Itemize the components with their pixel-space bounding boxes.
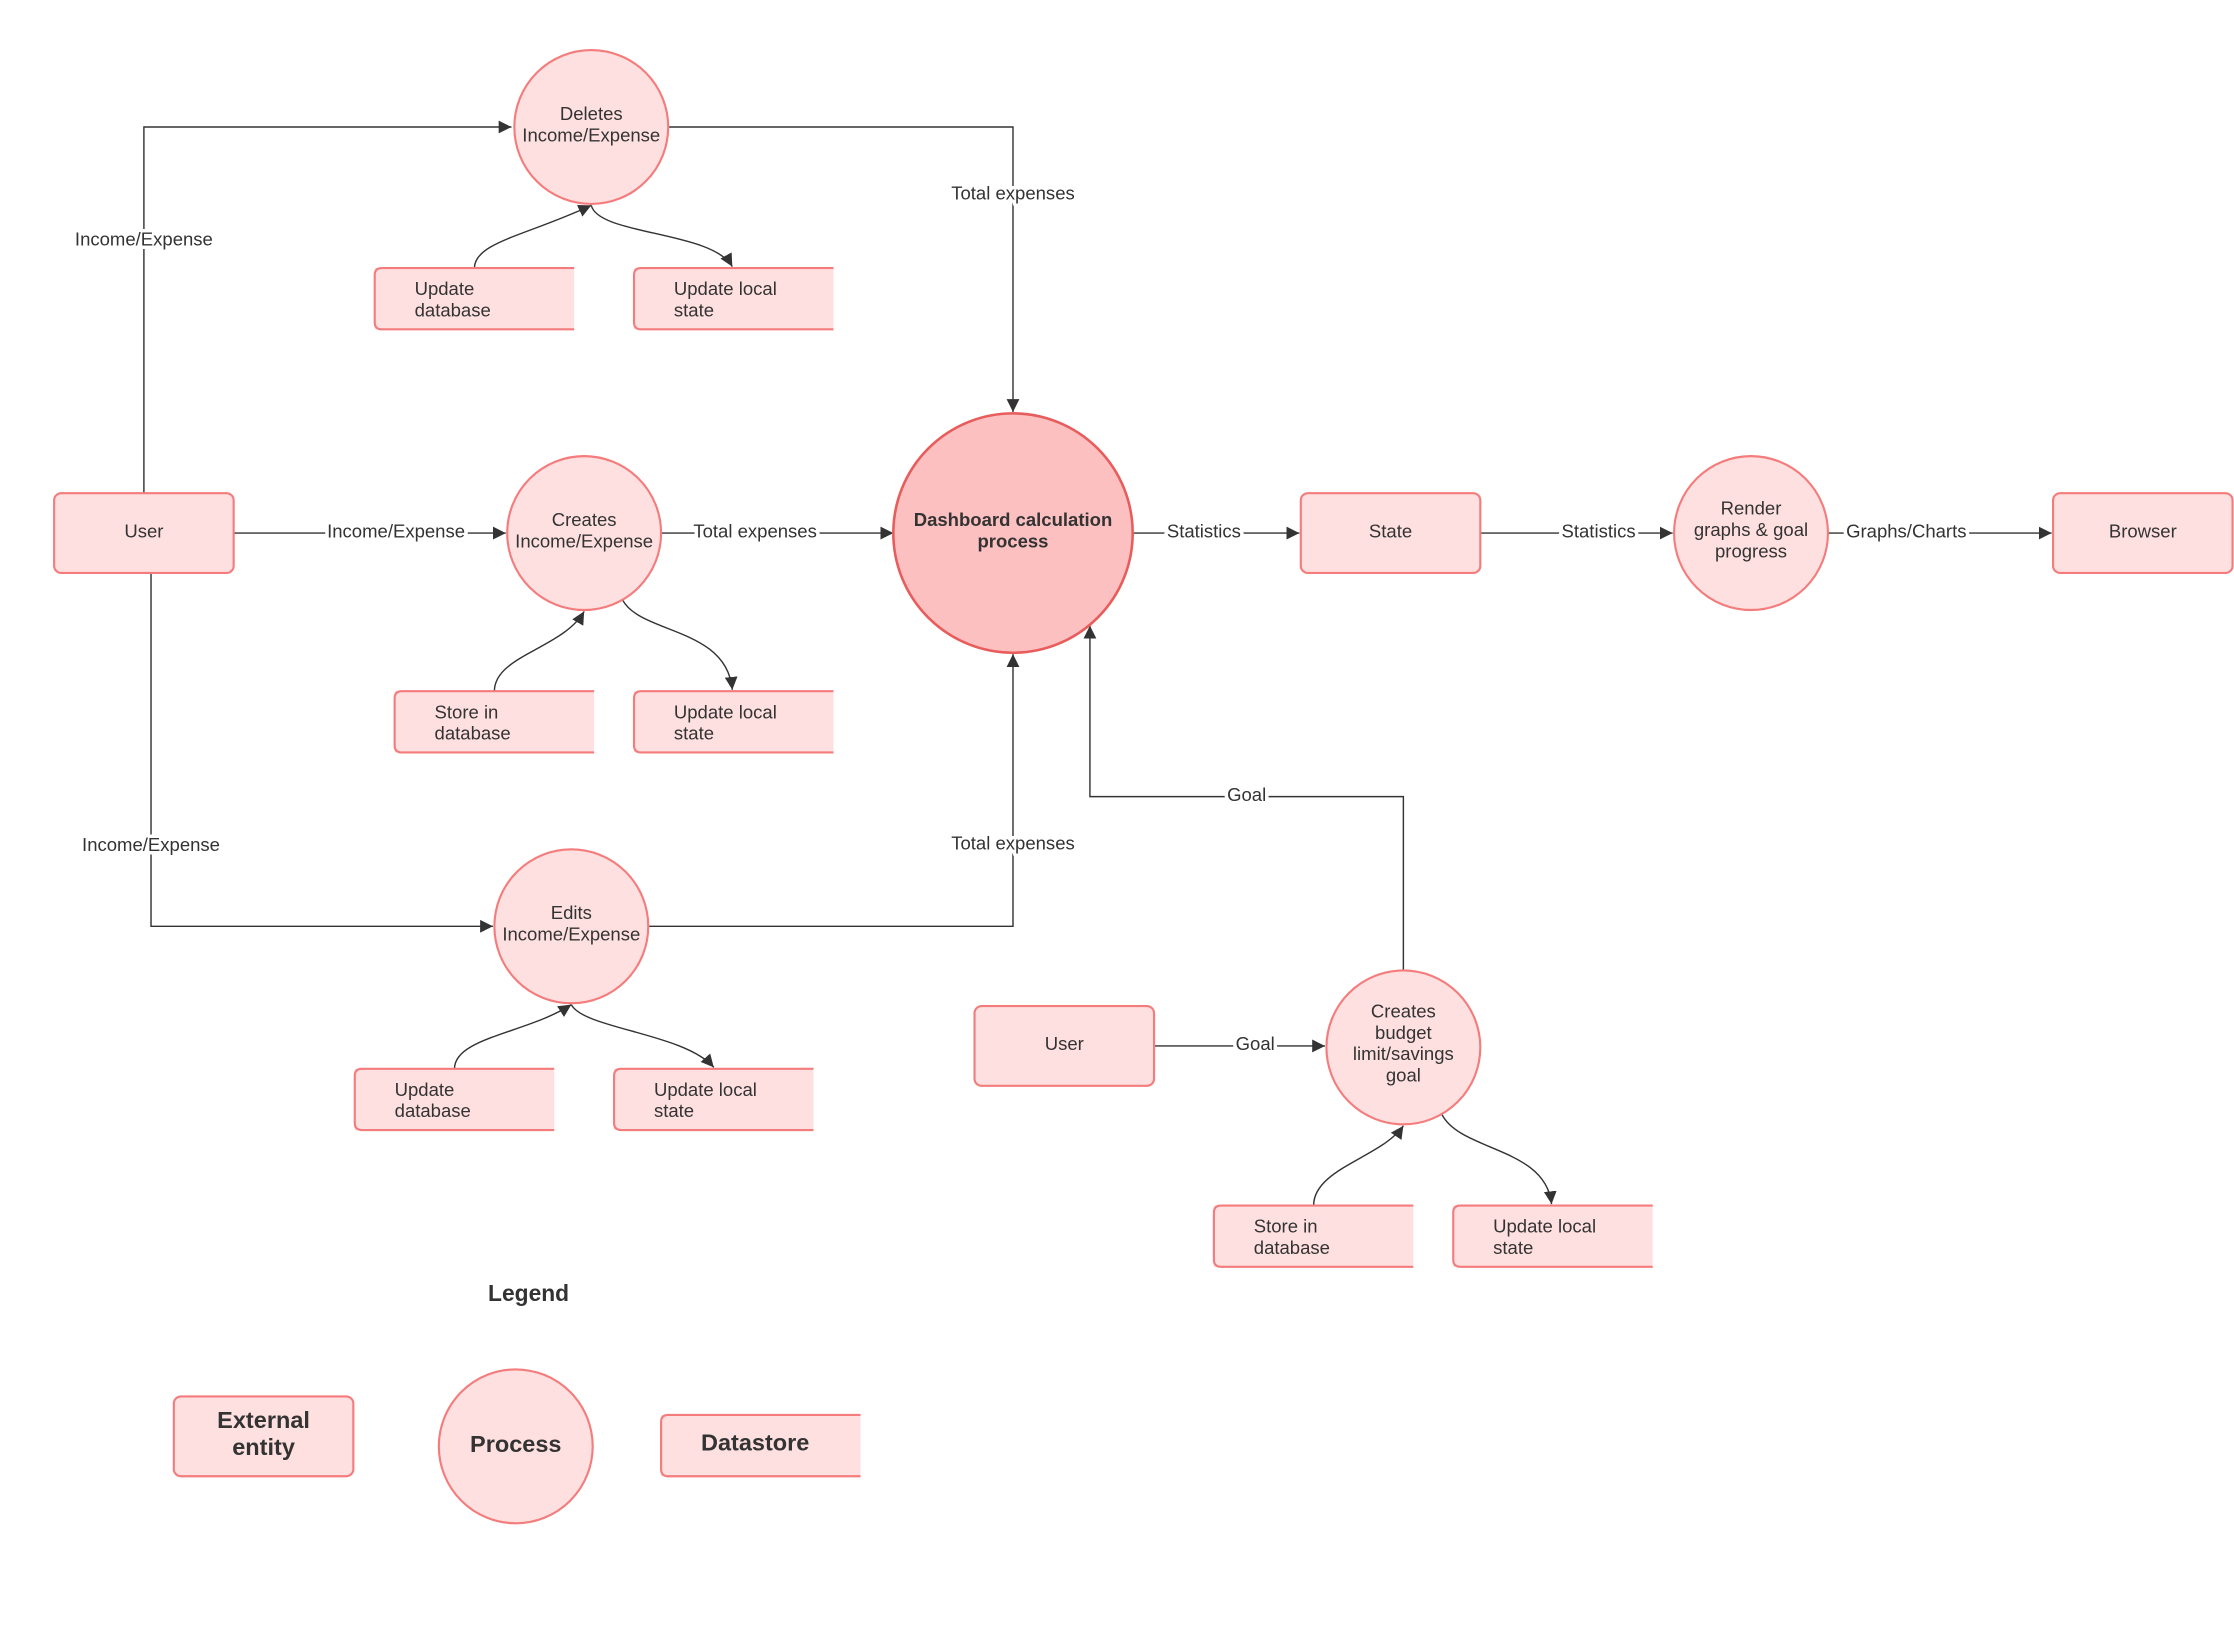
- edge-deletes-dellocal: [590, 205, 733, 267]
- legend-title: Legend: [488, 1280, 569, 1306]
- process-label: Render: [1721, 498, 1782, 519]
- datastore-label: Update: [415, 278, 475, 299]
- datastore-label: Store in: [435, 701, 499, 722]
- legend-label: Datastore: [701, 1430, 809, 1456]
- legend-datastore: Datastore: [660, 1413, 861, 1478]
- edge-label: Goal: [1227, 784, 1266, 805]
- datastore-label: state: [674, 723, 714, 744]
- datastore-label: Update local: [654, 1079, 757, 1100]
- edge-label: Goal: [1236, 1033, 1275, 1054]
- entity-state[interactable]: State: [1299, 492, 1482, 575]
- datastore-label: Update local: [1493, 1216, 1596, 1237]
- edge-editdb-edits: [453, 1004, 572, 1069]
- edge-label: Statistics: [1562, 520, 1636, 541]
- process-label: Income/Expense: [502, 924, 640, 945]
- entity-browser[interactable]: Browser: [2051, 492, 2234, 575]
- data-flow-diagram: Income/Expense Total expenses Income/Exp…: [53, 49, 2234, 1525]
- edge-credb-creates: [493, 611, 585, 692]
- process-label: Deletes: [560, 103, 623, 124]
- edge-label: Income/Expense: [75, 228, 213, 249]
- datastore-label: database: [1254, 1237, 1330, 1258]
- edge-creates-crelocal: [621, 599, 738, 690]
- legend-label: entity: [232, 1434, 295, 1460]
- legend-process: Process: [437, 1368, 594, 1525]
- datastore-label: database: [395, 1100, 471, 1121]
- datastore-label: Update local: [674, 278, 777, 299]
- edge-label: Income/Expense: [327, 520, 465, 541]
- legend: Legend External entity Process Datastore: [172, 1280, 861, 1525]
- process-label: Creates: [1371, 1000, 1436, 1021]
- datastore-cre-db[interactable]: Store indatabase: [393, 690, 595, 754]
- entity-label: Browser: [2109, 520, 2177, 541]
- entity-label: User: [1045, 1033, 1084, 1054]
- legend-external-entity: External entity: [172, 1395, 355, 1478]
- datastore-bud-local[interactable]: Update localstate: [1452, 1204, 1653, 1268]
- process-label: progress: [1715, 540, 1787, 561]
- datastore-del-db[interactable]: Updatedatabase: [373, 266, 575, 331]
- entity-user-2[interactable]: User: [973, 1005, 1156, 1087]
- datastore-del-local[interactable]: Update localstate: [632, 266, 834, 331]
- datastore-label: Update local: [674, 701, 777, 722]
- process-edits[interactable]: Edits Income/Expense: [493, 848, 650, 1005]
- datastore-label: database: [415, 300, 491, 321]
- process-dashboard[interactable]: Dashboard calculation process: [892, 412, 1134, 655]
- process-budget[interactable]: Creates budget limit/savings goal: [1325, 969, 1482, 1126]
- edge-budget-budlocal: [1441, 1114, 1557, 1205]
- edge-label: Statistics: [1167, 520, 1241, 541]
- datastore-label: database: [435, 723, 511, 744]
- entity-label: User: [124, 520, 163, 541]
- edge-label: Total expenses: [951, 832, 1075, 853]
- edge-label: Graphs/Charts: [1846, 520, 1966, 541]
- process-label: Income/Expense: [515, 530, 653, 551]
- process-render[interactable]: Render graphs & goal progress: [1673, 455, 1830, 612]
- legend-label: Process: [470, 1431, 561, 1457]
- edge-deldb-deletes: [473, 204, 592, 269]
- process-label: budget: [1375, 1022, 1432, 1043]
- edge-label: Total expenses: [951, 183, 1075, 204]
- datastore-label: Update: [395, 1079, 455, 1100]
- entity-user[interactable]: User: [53, 492, 235, 575]
- process-creates[interactable]: Creates Income/Expense: [506, 455, 663, 612]
- process-deletes[interactable]: Deletes Income/Expense: [513, 49, 670, 206]
- process-label: goal: [1386, 1065, 1421, 1086]
- process-label: Creates: [552, 509, 617, 530]
- edge-edits-editlocal: [570, 1004, 715, 1068]
- process-label: Edits: [551, 902, 592, 923]
- entity-label: State: [1369, 520, 1412, 541]
- edge-label: Total expenses: [693, 520, 817, 541]
- datastore-cre-local[interactable]: Update localstate: [632, 690, 834, 754]
- datastore-label: state: [1493, 1237, 1533, 1258]
- datastore-edit-local[interactable]: Update localstate: [612, 1067, 814, 1132]
- datastore-label: state: [674, 300, 714, 321]
- edge-label: Income/Expense: [82, 834, 220, 855]
- datastore-label: state: [654, 1100, 694, 1121]
- process-label: Income/Expense: [522, 124, 660, 145]
- datastore-edit-db[interactable]: Updatedatabase: [353, 1067, 555, 1132]
- process-label: graphs & goal: [1694, 519, 1808, 540]
- process-label: process: [977, 530, 1048, 551]
- datastore-bud-db[interactable]: Store indatabase: [1212, 1204, 1414, 1268]
- process-label: limit/savings: [1353, 1043, 1454, 1064]
- edge-buddb-budget: [1312, 1125, 1404, 1206]
- process-label: Dashboard calculation: [914, 509, 1113, 530]
- legend-label: External: [217, 1407, 310, 1433]
- datastore-label: Store in: [1254, 1216, 1318, 1237]
